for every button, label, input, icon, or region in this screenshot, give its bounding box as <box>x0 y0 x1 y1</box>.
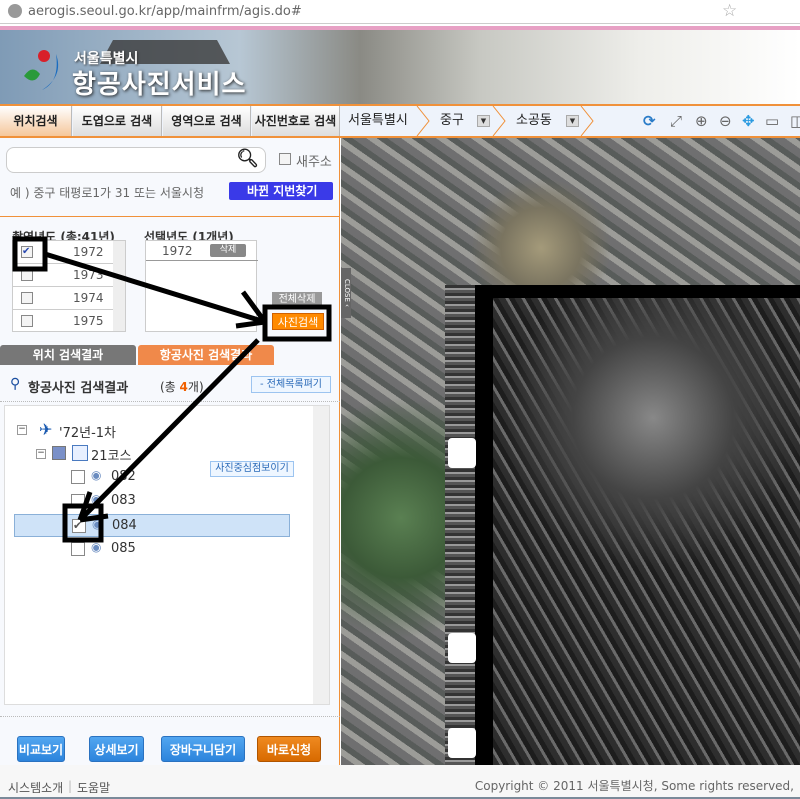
chevron-right-icon <box>580 106 594 136</box>
compare-button[interactable]: 비교보기 <box>17 736 65 762</box>
footer: 시스템소개 | 도움말 Copyright © 2011 서울특별시청, Som… <box>0 765 800 799</box>
camera-icon: ◉ <box>91 540 102 554</box>
tab-location-search[interactable]: 위치검색 <box>0 106 72 136</box>
tree-root-label[interactable]: '72년-1차 <box>59 422 116 441</box>
nav-bar: 위치검색 도엽으로 검색 영역으로 검색 사진번호로 검색 서울특별시 중구 ▼… <box>0 104 800 138</box>
breadcrumb-dong[interactable]: 소공동 <box>516 106 552 136</box>
service-title[interactable]: 항공사진서비스 <box>72 64 246 101</box>
collapse-toggle[interactable]: − <box>17 425 27 435</box>
search-example: 예 ) 중구 태평로1가 31 또는 서울시청 <box>10 186 204 200</box>
photo-item-selected[interactable]: ✔ ◉ 084 <box>14 514 290 537</box>
globe-icon <box>8 4 22 18</box>
breadcrumb-district[interactable]: 중구 <box>440 106 464 136</box>
search-icon[interactable]: 🔍︎ <box>236 148 259 169</box>
years-scrollbar[interactable] <box>113 241 125 331</box>
tree-scrollbar[interactable] <box>313 406 329 704</box>
bookmark-star-icon[interactable]: ☆ <box>722 1 737 21</box>
chevron-right-icon <box>492 106 506 136</box>
year-row[interactable]: 1974 <box>13 287 113 310</box>
header-banner: 서울특별시 항공사진서비스 <box>0 30 800 104</box>
year-row[interactable]: ✔ 1972 <box>13 241 113 264</box>
divider <box>0 716 340 717</box>
separator: | <box>68 779 73 793</box>
map-view[interactable]: CLOSE ‹ <box>341 138 800 765</box>
dong-dropdown[interactable]: ▼ <box>566 115 579 127</box>
film-edge <box>445 285 475 765</box>
find-changed-lot-button[interactable]: 바뀐 지번찾기 <box>229 182 333 200</box>
district-dropdown[interactable]: ▼ <box>477 115 490 127</box>
tab-photo-results[interactable]: 항공사진 검색결과 <box>138 345 274 365</box>
pan-icon[interactable]: ✥ <box>742 112 755 130</box>
seoul-logo-icon <box>24 50 59 90</box>
camera-icon: ◉ <box>91 492 102 506</box>
film-perforation <box>448 438 476 468</box>
refresh-icon[interactable]: ⟳ <box>643 112 656 130</box>
tab-area-search[interactable]: 영역으로 검색 <box>163 106 251 136</box>
chevron-right-icon <box>416 106 430 136</box>
selected-year-row: 1972 삭제 <box>146 241 258 261</box>
divider <box>0 216 340 217</box>
film-perforation <box>448 728 476 758</box>
search-input[interactable]: 🔍︎ <box>6 147 266 173</box>
zoom-in-icon[interactable]: ⊕ <box>695 112 708 130</box>
close-panel-toggle[interactable]: CLOSE ‹ <box>341 268 351 318</box>
expand-all-button[interactable]: - 전체목록펴기 <box>251 376 331 393</box>
ruler-icon[interactable]: ▭ <box>765 112 779 130</box>
new-address-checkbox[interactable] <box>279 153 291 165</box>
new-address-label: 새주소 <box>296 155 332 170</box>
aerial-photo-1972[interactable] <box>493 298 800 765</box>
photo-item[interactable]: ◉ 083 <box>67 491 267 511</box>
copyright: Copyright © 2011 서울특별시청, Some rights res… <box>474 779 794 793</box>
address-bar[interactable]: aerogis.seoul.go.kr/app/mainfrm/agis.do#… <box>0 0 800 24</box>
tab-map-sheet-search[interactable]: 도엽으로 검색 <box>73 106 162 136</box>
zoom-out-icon[interactable]: ⊖ <box>719 112 732 130</box>
add-to-cart-button[interactable]: 장바구니담기 <box>161 736 245 762</box>
selected-years-list: 1972 삭제 <box>145 240 258 332</box>
photo-item[interactable]: ◉ 085 <box>67 539 267 559</box>
footer-link-help[interactable]: 도움말 <box>77 779 110 796</box>
area-icon[interactable]: ◫ <box>790 112 800 130</box>
results-tree: − ✈ '72년-1차 − 21코스 사진중심점보이기 ◉ 082 ◉ 083 ✔ ◉… <box>4 405 330 705</box>
detail-button[interactable]: 상세보기 <box>89 736 144 762</box>
course-checkbox[interactable] <box>52 446 66 460</box>
year-row[interactable]: 1973 <box>13 264 113 287</box>
year-row[interactable]: 1975 <box>13 310 113 331</box>
collapse-toggle[interactable]: − <box>36 449 46 459</box>
photo-item[interactable]: ◉ 082 <box>67 467 267 487</box>
results-count: (총 4개) <box>160 380 204 394</box>
film-perforation <box>448 633 476 663</box>
apply-now-button[interactable]: 바로신청 <box>257 736 321 762</box>
tab-photo-number-search[interactable]: 사진번호로 검색 <box>252 106 340 136</box>
results-title: 항공사진 검색결과 <box>28 381 129 396</box>
search-result-icon: ⚲ <box>10 376 21 392</box>
footer-link-about[interactable]: 시스템소개 <box>8 779 63 796</box>
divider <box>0 401 340 402</box>
delete-year-button[interactable]: 삭제 <box>210 244 246 257</box>
map-sheet-icon <box>72 445 88 461</box>
photo-search-button[interactable]: 사진검색 <box>272 313 324 330</box>
fullscreen-icon[interactable]: ⤢ <box>670 112 682 130</box>
left-panel: 🔍︎ 새주소 예 ) 중구 태평로1가 31 또는 서울시청 바뀐 지번찾기 촬… <box>0 138 340 765</box>
camera-icon: ◉ <box>92 517 103 531</box>
camera-icon: ◉ <box>91 468 102 482</box>
breadcrumb-city[interactable]: 서울특별시 <box>348 106 408 136</box>
years-list: ✔ 1972 1973 1974 1975 <box>12 240 126 332</box>
url-text[interactable]: aerogis.seoul.go.kr/app/mainfrm/agis.do# <box>28 4 302 19</box>
course-label[interactable]: 21코스 <box>91 445 131 464</box>
delete-all-button[interactable]: 전체삭제 <box>272 292 322 307</box>
airplane-icon: ✈ <box>39 420 53 439</box>
tab-location-results[interactable]: 위치 검색결과 <box>0 345 136 365</box>
